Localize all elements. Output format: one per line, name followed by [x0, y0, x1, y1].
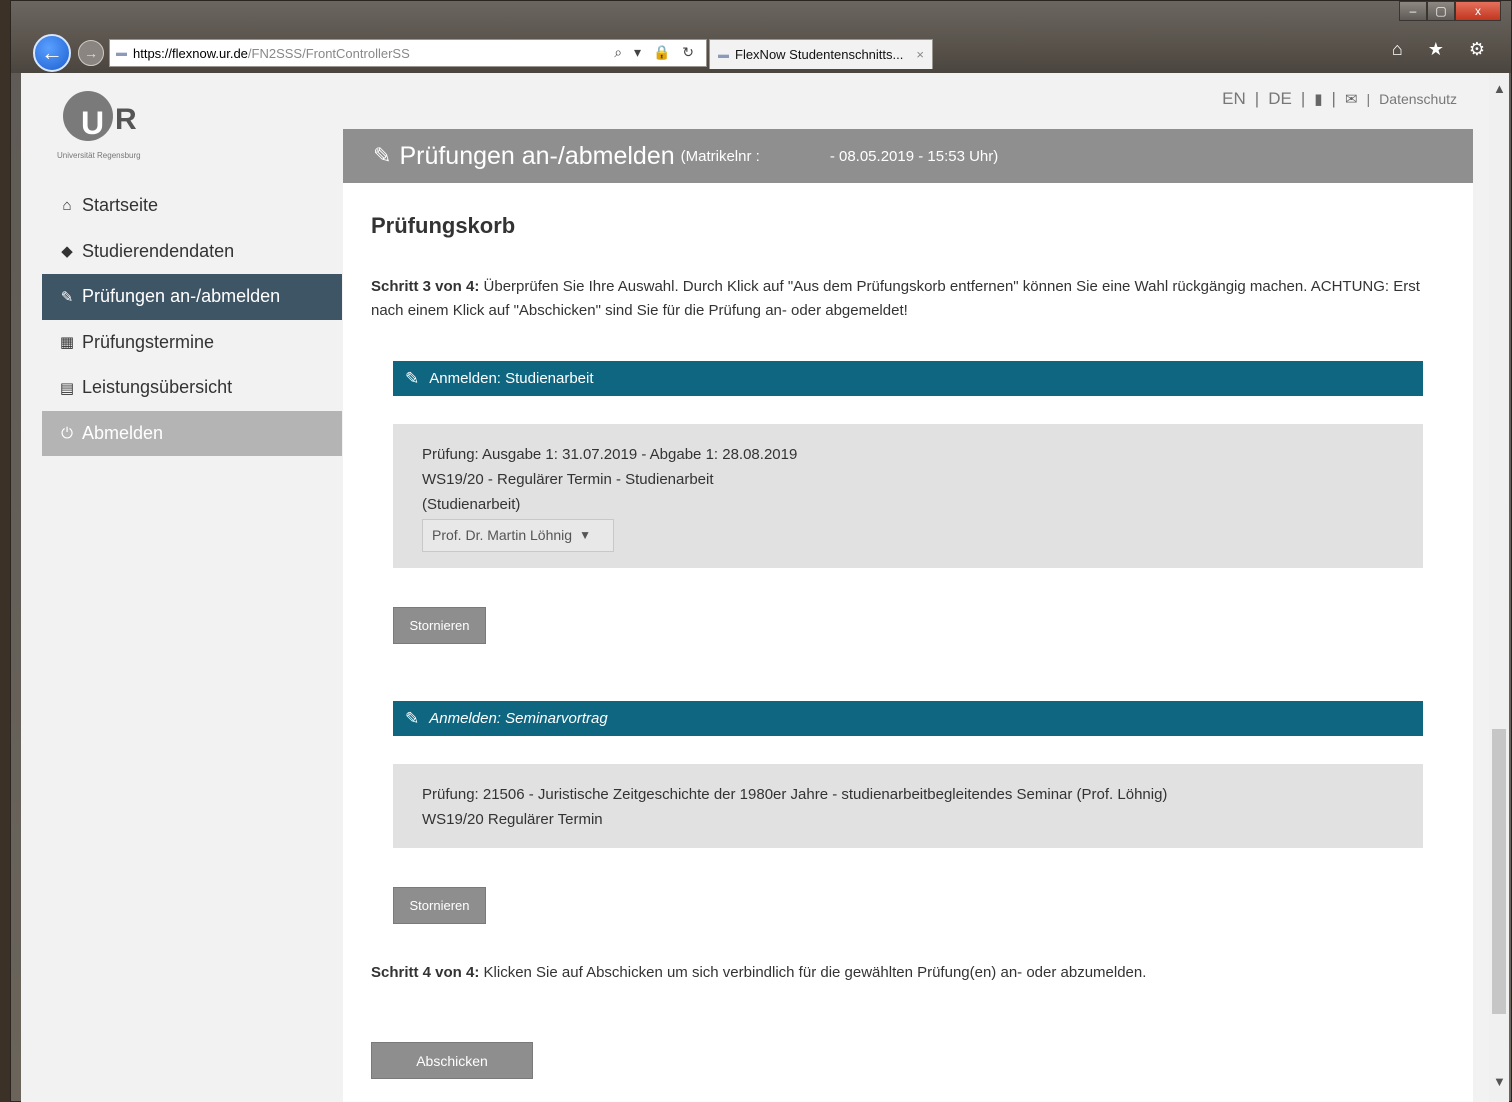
section-title: Anmelden: Studienarbeit — [429, 370, 594, 387]
browser-tab[interactable]: ▬ FlexNow Studentenschnitts... × — [709, 39, 933, 69]
sidebar-item-label: Startseite — [82, 195, 159, 216]
cancel-button[interactable]: Stornieren — [393, 607, 486, 644]
back-arrow-icon: ← — [41, 40, 63, 65]
page-viewport: U R Universität Regensburg EN | DE | ▮ |… — [21, 73, 1509, 1102]
chevron-down-icon: ▼ — [579, 528, 591, 542]
maximize-button[interactable]: ▢ — [1427, 1, 1455, 21]
section-title: Anmelden: Seminarvortrag — [429, 710, 608, 727]
browser-toolbar-icons[interactable]: ⌂ ★ ⚙ — [1392, 39, 1495, 60]
submit-button[interactable]: Abschicken — [371, 1042, 533, 1079]
step4-body: Klicken Sie auf Abschicken um sich verbi… — [479, 964, 1147, 981]
timestamp: - 08.05.2019 - 15:53 Uhr) — [829, 147, 999, 165]
edit-icon: ✎ — [373, 143, 392, 168]
sidebar-item-startseite[interactable]: ⌂ Startseite — [42, 183, 342, 229]
separator: | — [1254, 89, 1260, 108]
exam-line: Prüfung: Ausgabe 1: 31.07.2019 - Abgabe … — [422, 446, 798, 463]
browser-titlebar: ← → ▬ https://flexnow.ur.de/FN2SSS/Front… — [11, 1, 1511, 73]
scroll-thumb[interactable] — [1492, 729, 1506, 1014]
examiner-select[interactable]: Prof. Dr. Martin Löhnig ▼ — [422, 519, 614, 552]
step3-text: Schritt 3 von 4: Überprüfen Sie Ihre Aus… — [371, 275, 1441, 323]
graduation-cap-icon: ◆ — [61, 243, 73, 261]
section-body-seminarvortrag: Prüfung: 21506 - Juristische Zeitgeschic… — [393, 764, 1423, 848]
lang-en-link[interactable]: EN — [1222, 89, 1246, 109]
step4-text: Schritt 4 von 4: Klicken Sie auf Abschic… — [371, 964, 1146, 981]
sidebar-item-abmelden[interactable]: ⏻ Abmelden — [42, 410, 342, 456]
sidebar-item-studierendendaten[interactable]: ◆ Studierendendaten — [42, 229, 342, 275]
tab-title: FlexNow Studentenschnitts... — [735, 47, 904, 62]
logo-subtitle: Universität Regensburg — [57, 151, 141, 160]
exam-line: WS19/20 Regulärer Termin — [422, 811, 603, 828]
step4-label: Schritt 4 von 4: — [371, 964, 480, 981]
close-window-button[interactable]: x — [1455, 1, 1501, 21]
forward-arrow-icon: → — [84, 45, 98, 61]
home-icon: ⌂ — [62, 197, 72, 215]
sidebar-item-label: Abmelden — [82, 422, 164, 443]
scroll-down-icon[interactable]: ▼ — [1493, 1074, 1506, 1089]
url-path: /FN2SSS/FrontControllerSS — [247, 45, 410, 61]
book-icon[interactable]: ▮ — [1314, 90, 1322, 108]
tab-favicon-icon: ▬ — [718, 48, 729, 61]
section-header-seminarvortrag: ✎ Anmelden: Seminarvortrag — [393, 701, 1423, 736]
edit-note-icon: ✎ — [405, 708, 420, 728]
window-controls: – ▢ x — [1399, 1, 1501, 21]
scroll-up-icon[interactable]: ▲ — [1493, 81, 1506, 96]
cancel-button[interactable]: Stornieren — [393, 887, 486, 924]
url-host: https://flexnow.ur.de — [133, 45, 248, 61]
step3-body: Überprüfen Sie Ihre Auswahl. Durch Klick… — [371, 278, 1420, 319]
examiner-selected-value: Prof. Dr. Martin Löhnig — [432, 527, 573, 543]
separator: | — [1300, 89, 1306, 108]
exam-line: WS19/20 - Regulärer Termin - Studienarbe… — [422, 471, 714, 488]
section-header-studienarbeit: ✎ Anmelden: Studienarbeit — [393, 361, 1423, 396]
vertical-scrollbar[interactable]: ▲ ▼ — [1489, 73, 1509, 1102]
page-title: Prüfungen an-/abmelden — [399, 141, 675, 170]
section-body-studienarbeit: Prüfung: Ausgabe 1: 31.07.2019 - Abgabe … — [393, 424, 1423, 568]
site-favicon-icon: ▬ — [116, 47, 127, 59]
step3-label: Schritt 3 von 4: — [371, 278, 480, 295]
power-icon: ⏻ — [61, 424, 73, 442]
university-logo[interactable]: U R Universität Regensburg — [57, 91, 227, 161]
envelope-icon[interactable]: ✉ — [1345, 90, 1358, 108]
edit-icon: ✎ — [60, 288, 74, 306]
sidebar-item-label: Prüfungen an-/abmelden — [82, 286, 281, 307]
exam-line: (Studienarbeit) — [422, 496, 521, 513]
sidebar-item-leistungsuebersicht[interactable]: ▤ Leistungsübersicht — [42, 365, 342, 411]
matrikel-label: (Matrikelnr : — [680, 147, 760, 165]
forward-button[interactable]: → — [78, 40, 104, 66]
panel-header: ✎ Prüfungen an-/abmelden (Matrikelnr : -… — [343, 129, 1473, 183]
back-button[interactable]: ← — [33, 34, 71, 72]
minimize-button[interactable]: – — [1399, 1, 1427, 21]
lang-de-link[interactable]: DE — [1268, 89, 1292, 109]
main-content: Prüfungskorb Schritt 3 von 4: Überprüfen… — [343, 183, 1473, 1102]
basket-heading: Prüfungskorb — [371, 213, 516, 238]
address-bar-icons[interactable]: ⌕ ▾ 🔒 ↻ — [614, 44, 698, 61]
privacy-link[interactable]: Datenschutz — [1379, 91, 1457, 107]
sidebar-item-pruefungstermine[interactable]: ▦ Prüfungstermine — [42, 320, 342, 366]
separator: | — [1331, 89, 1336, 108]
tab-close-icon[interactable]: × — [916, 47, 924, 62]
header-links: EN | DE | ▮ | ✉ | Datenschutz — [1222, 89, 1457, 109]
sidebar-item-label: Studierendendaten — [82, 240, 235, 261]
edit-note-icon: ✎ — [405, 368, 420, 388]
calendar-icon: ▦ — [59, 334, 75, 352]
separator: | — [1366, 91, 1371, 107]
browser-window: ← → ▬ https://flexnow.ur.de/FN2SSS/Front… — [10, 0, 1512, 1102]
exam-line: Prüfung: 21506 - Juristische Zeitgeschic… — [422, 786, 1168, 803]
sidebar-item-label: Prüfungstermine — [82, 331, 215, 352]
logo-letter-u: U — [81, 105, 105, 141]
sidebar-nav: ⌂ Startseite ◆ Studierendendaten ✎ Prüfu… — [42, 183, 342, 456]
logo-letter-r: R — [115, 103, 137, 136]
sidebar-item-label: Leistungsübersicht — [82, 377, 233, 398]
sidebar-item-pruefungen[interactable]: ✎ Prüfungen an-/abmelden — [42, 274, 342, 320]
address-bar[interactable]: ▬ https://flexnow.ur.de/FN2SSS/FrontCont… — [109, 39, 707, 67]
list-icon: ▤ — [59, 379, 75, 397]
